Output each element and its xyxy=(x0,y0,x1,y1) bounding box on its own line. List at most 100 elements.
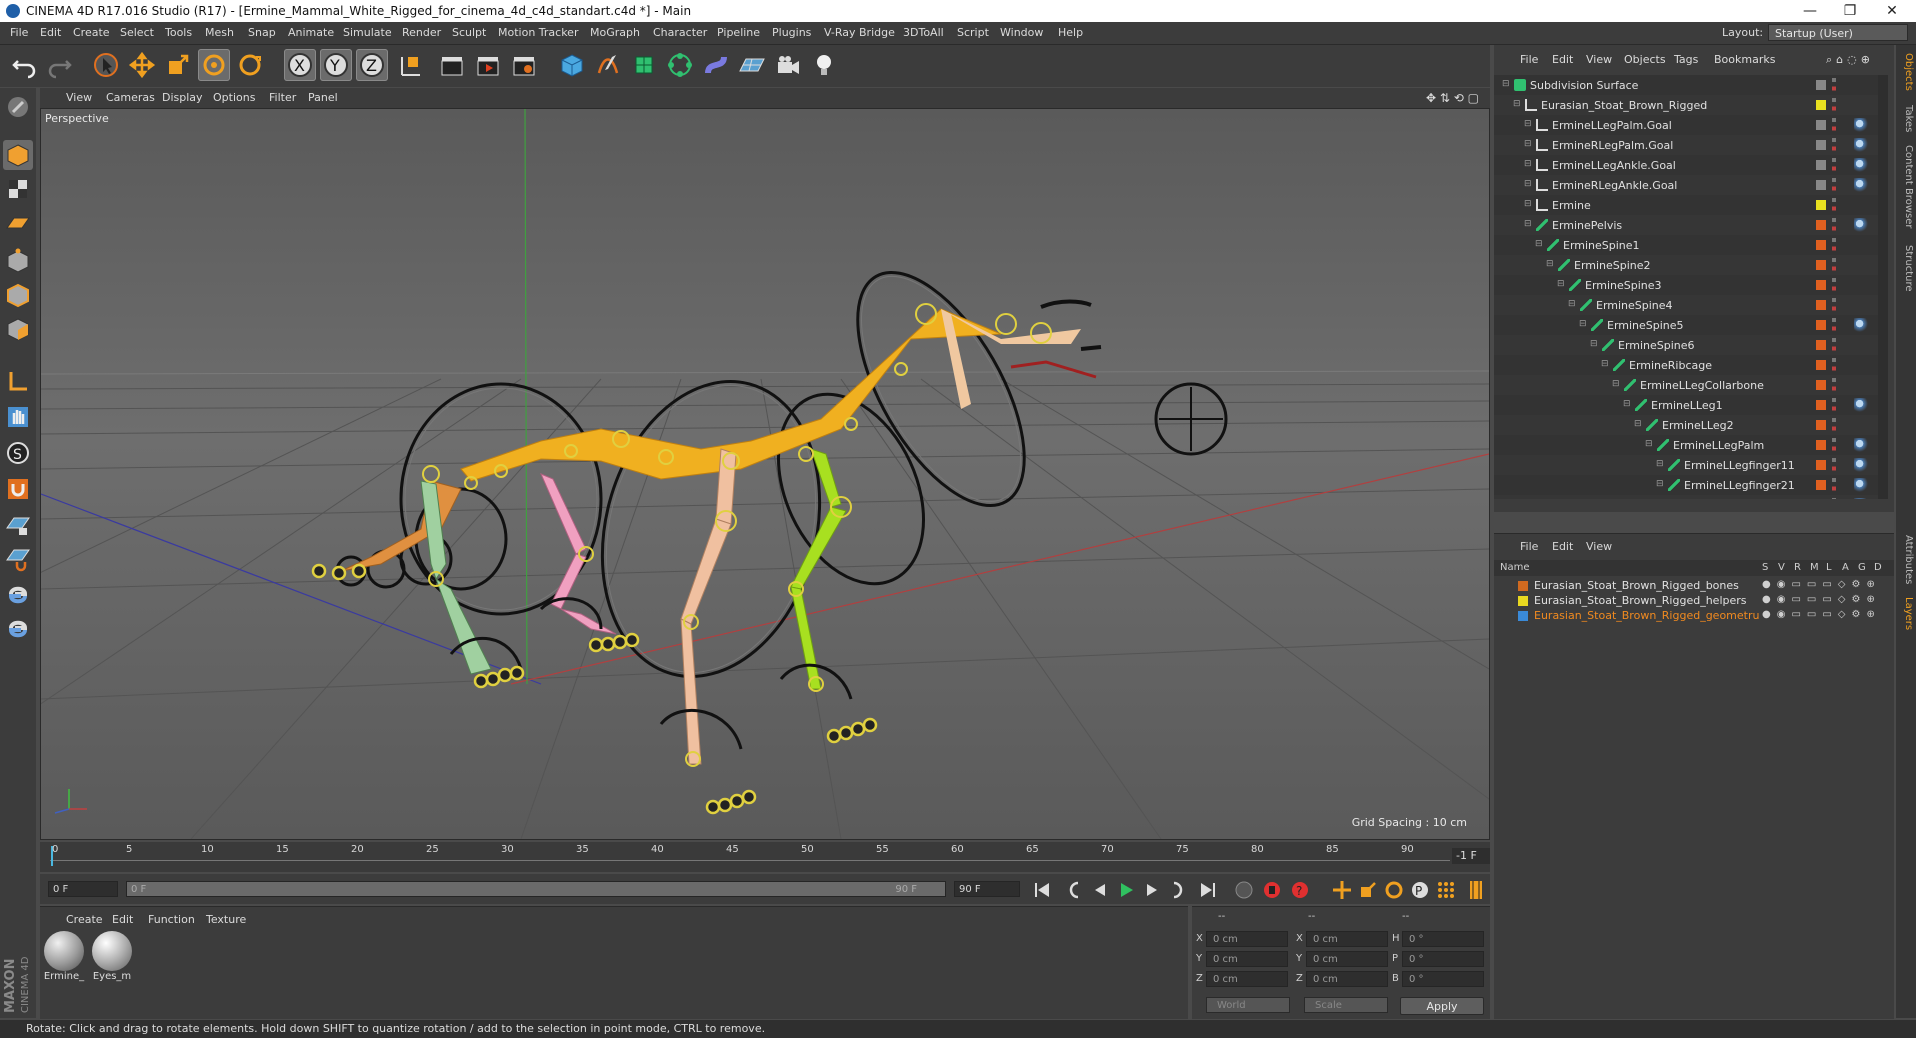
expand-toggle-icon[interactable]: ⊟ xyxy=(1557,279,1565,289)
visibility-dots[interactable] xyxy=(1832,198,1836,212)
ik-tag-icon[interactable] xyxy=(1854,478,1868,492)
object-list-scrollbar[interactable] xyxy=(1878,75,1888,499)
visibility-dots[interactable] xyxy=(1832,478,1836,492)
make-editable-button[interactable] xyxy=(3,92,33,122)
rotate-button[interactable] xyxy=(198,49,230,81)
object-row[interactable]: ⊟ ErmineRLegAnkle.Goal xyxy=(1494,175,1878,195)
visibility-dots[interactable] xyxy=(1832,458,1836,472)
texture-mode-button[interactable] xyxy=(3,174,33,204)
viewport-menu-options[interactable]: Options xyxy=(213,91,255,104)
ik-tag-icon[interactable] xyxy=(1854,138,1868,152)
object-row[interactable]: ⊟ ErmineLLegPalm.Goal xyxy=(1494,115,1878,135)
viewport-menu-filter[interactable]: Filter xyxy=(269,91,296,104)
ik-tag-icon[interactable] xyxy=(1854,498,1868,499)
edges-mode-button[interactable] xyxy=(3,280,33,310)
expand-toggle-icon[interactable]: ⊟ xyxy=(1535,239,1543,249)
layer-color-swatch[interactable] xyxy=(1816,300,1826,310)
frame-range-slider[interactable]: 0 F 90 F xyxy=(126,881,946,897)
visibility-dots[interactable] xyxy=(1832,358,1836,372)
om-menu-edit[interactable]: Edit xyxy=(1552,53,1573,66)
prev-frame-button[interactable] xyxy=(1088,878,1112,902)
expand-toggle-icon[interactable]: ⊟ xyxy=(1524,119,1532,129)
x-axis-button[interactable]: X xyxy=(284,49,316,81)
goto-start-button[interactable] xyxy=(1030,878,1054,902)
material-menu-function[interactable]: Function xyxy=(148,913,195,926)
maximize-button[interactable]: ❐ xyxy=(1830,0,1870,22)
visibility-dots[interactable] xyxy=(1832,218,1836,232)
menu-render[interactable]: Render xyxy=(402,26,441,39)
menu-motion-tracker[interactable]: Motion Tracker xyxy=(498,26,578,39)
redo-button[interactable] xyxy=(44,49,76,81)
layout-select[interactable]: Startup (User) xyxy=(1768,24,1908,41)
object-row[interactable]: ⊟ ErmineLLegCollarbone xyxy=(1494,375,1878,395)
expand-toggle-icon[interactable]: ⊟ xyxy=(1524,199,1532,209)
menu-create[interactable]: Create xyxy=(73,26,110,39)
object-row[interactable]: ⊟ Eurasian_Stoat_Brown_Rigged xyxy=(1494,95,1878,115)
expand-toggle-icon[interactable]: ⊟ xyxy=(1623,399,1631,409)
rotation-p-field[interactable]: 0 ° xyxy=(1402,951,1484,967)
move-button[interactable] xyxy=(126,49,158,81)
om-menu-bookmarks[interactable]: Bookmarks xyxy=(1714,53,1775,66)
layer-color-swatch[interactable] xyxy=(1816,160,1826,170)
soft-selection-button[interactable] xyxy=(3,544,33,574)
layer-color-swatch[interactable] xyxy=(1816,320,1826,330)
axis-mode-button[interactable] xyxy=(3,366,33,396)
polygons-mode-button[interactable] xyxy=(3,314,33,344)
expand-toggle-icon[interactable]: ⊟ xyxy=(1524,179,1532,189)
size-x-field[interactable]: 0 cm xyxy=(1306,931,1388,947)
viewport-menu-display[interactable]: Display xyxy=(162,91,203,104)
size-mode-dropdown[interactable]: Scale xyxy=(1304,997,1388,1013)
object-row[interactable]: ⊟ErmineLLegfinger31 xyxy=(1494,495,1878,499)
expand-toggle-icon[interactable]: ⊟ xyxy=(1634,419,1642,429)
visibility-dots[interactable] xyxy=(1832,78,1836,92)
ik-tag-icon[interactable] xyxy=(1854,158,1868,172)
menu-mesh[interactable]: Mesh xyxy=(205,26,234,39)
layer-color-swatch[interactable] xyxy=(1816,360,1826,370)
menu-edit[interactable]: Edit xyxy=(40,26,61,39)
key-position-button[interactable] xyxy=(1330,878,1354,902)
record-settings-button[interactable] xyxy=(1232,878,1256,902)
layer-row[interactable]: Eurasian_Stoat_Brown_Rigged_helpers ●◉▭▭▭… xyxy=(1494,593,1894,608)
ik-tag-icon[interactable] xyxy=(1854,218,1868,232)
menu-sculpt[interactable]: Sculpt xyxy=(452,26,486,39)
menu-script[interactable]: Script xyxy=(957,26,989,39)
object-row[interactable]: ⊟ ErminePelvis xyxy=(1494,215,1878,235)
lm-menu-view[interactable]: View xyxy=(1586,540,1612,553)
layer-color-swatch[interactable] xyxy=(1816,240,1826,250)
key-scale-button[interactable] xyxy=(1356,878,1380,902)
visibility-dots[interactable] xyxy=(1832,258,1836,272)
layer-color-swatch[interactable] xyxy=(1816,220,1826,230)
lm-menu-file[interactable]: File xyxy=(1520,540,1538,553)
object-row[interactable]: ⊟ ErmineLLegPalm xyxy=(1494,435,1878,455)
object-row[interactable]: ⊟ ErmineSpine5 xyxy=(1494,315,1878,335)
key-rotation-button[interactable] xyxy=(1382,878,1406,902)
layer-color-swatch[interactable] xyxy=(1816,280,1826,290)
viewport-menu-view[interactable]: View xyxy=(66,91,92,104)
om-toolbar-icons[interactable]: ⌕⌂◌⊕ xyxy=(1826,53,1874,67)
visibility-dots[interactable] xyxy=(1832,98,1836,112)
expand-toggle-icon[interactable]: ⊟ xyxy=(1568,299,1576,309)
expand-toggle-icon[interactable]: ⊟ xyxy=(1612,379,1620,389)
object-row[interactable]: ⊟ Ermine xyxy=(1494,195,1878,215)
goto-end-button[interactable] xyxy=(1196,878,1220,902)
layer-row[interactable]: Eurasian_Stoat_Brown_Rigged_geometru ●◉▭▭… xyxy=(1494,608,1894,623)
render-view-button[interactable] xyxy=(436,49,468,81)
menu-help[interactable]: Help xyxy=(1058,26,1083,39)
layer-color-swatch[interactable] xyxy=(1518,581,1528,591)
expand-toggle-icon[interactable]: ⊟ xyxy=(1513,99,1521,109)
tab-objects[interactable]: Objects xyxy=(1898,53,1914,91)
render-picture-viewer-button[interactable] xyxy=(472,49,504,81)
object-row[interactable]: ⊟ ErmineSpine2 xyxy=(1494,255,1878,275)
position-x-field[interactable]: 0 cm xyxy=(1206,931,1288,947)
snapping-button[interactable]: S xyxy=(3,438,33,468)
expand-toggle-icon[interactable]: ⊟ xyxy=(1524,159,1532,169)
tab-attributes[interactable]: Attributes xyxy=(1898,535,1914,584)
ik-tag-icon[interactable] xyxy=(1854,458,1868,472)
menu-3dtoall[interactable]: 3DToAll xyxy=(903,26,944,39)
layer-color-swatch[interactable] xyxy=(1816,200,1826,210)
workplane-mode-button[interactable] xyxy=(3,208,33,238)
menu-mograph[interactable]: MoGraph xyxy=(590,26,640,39)
om-menu-view[interactable]: View xyxy=(1586,53,1612,66)
rotation-h-field[interactable]: 0 ° xyxy=(1402,931,1484,947)
layer-toggle-icons[interactable]: ●◉▭▭▭◇⚙⊕ xyxy=(1762,594,1881,605)
